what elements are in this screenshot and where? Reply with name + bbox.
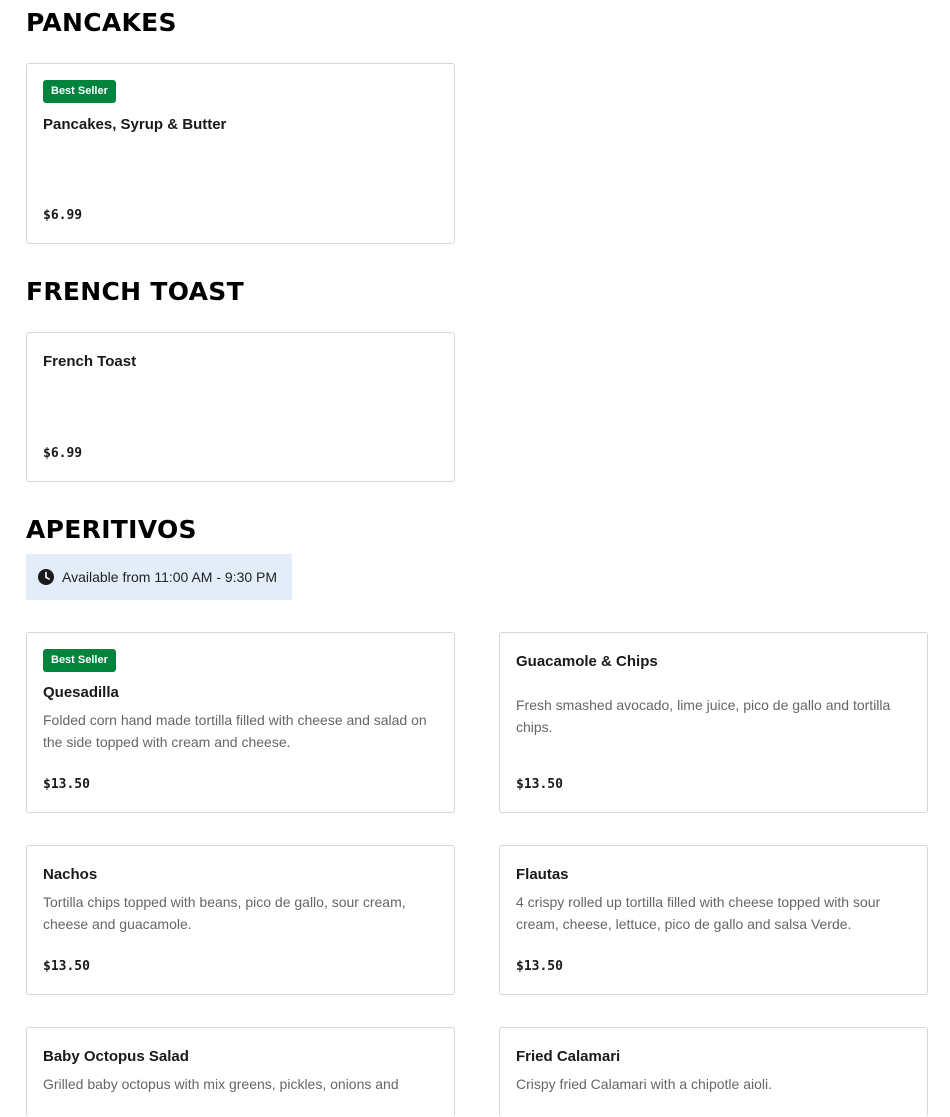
item-name: Flautas <box>516 866 569 883</box>
item-description: Tortilla chips topped with beans, pico d… <box>43 894 406 932</box>
item-price: $13.50 <box>516 959 563 974</box>
item-price: $6.99 <box>43 208 83 223</box>
section-title-pancakes: PANCAKES <box>26 8 177 37</box>
item-price: $13.50 <box>43 777 90 792</box>
menu-item-card-guacamole[interactable]: Guacamole & Chips Fresh smashed avocado,… <box>499 632 928 813</box>
clock-icon <box>38 569 54 585</box>
item-name: Pancakes, Syrup & Butter <box>43 116 227 133</box>
item-price: $6.99 <box>43 446 83 461</box>
item-description: Fresh smashed avocado, lime juice, pico … <box>516 697 891 735</box>
menu-item-card-nachos[interactable]: Nachos Tortilla chips topped with beans,… <box>26 845 455 995</box>
section-title-french-toast: FRENCH TOAST <box>26 277 244 306</box>
item-name: Baby Octopus Salad <box>43 1048 189 1065</box>
item-description: Crispy fried Calamari with a chipotle ai… <box>516 1076 772 1092</box>
availability-text: Available from 11:00 AM - 9:30 PM <box>62 569 278 585</box>
item-name: French Toast <box>43 353 137 370</box>
menu-item-card-flautas[interactable]: Flautas 4 crispy rolled up tortilla fill… <box>499 845 928 995</box>
item-name: Fried Calamari <box>516 1048 621 1065</box>
item-description: Grilled baby octopus with mix greens, pi… <box>43 1076 399 1092</box>
item-description: Folded corn hand made tortilla filled wi… <box>43 712 427 750</box>
menu-item-card-pancakes[interactable]: Best Seller Pancakes, Syrup & Butter $6.… <box>26 63 455 244</box>
best-seller-badge: Best Seller <box>43 649 116 672</box>
item-name: Quesadilla <box>43 684 119 701</box>
best-seller-badge: Best Seller <box>43 80 116 103</box>
menu-item-card-baby-octopus-salad[interactable]: Baby Octopus Salad Grilled baby octopus … <box>26 1027 455 1117</box>
section-title-aperitivos: APERITIVOS <box>26 515 197 544</box>
menu-item-card-fried-calamari[interactable]: Fried Calamari Crispy fried Calamari wit… <box>499 1027 928 1117</box>
menu-item-card-quesadilla[interactable]: Best Seller Quesadilla Folded corn hand … <box>26 632 455 813</box>
item-name: Nachos <box>43 866 98 883</box>
item-price: $13.50 <box>43 959 90 974</box>
item-name: Guacamole & Chips <box>516 653 658 670</box>
menu-item-card-french-toast[interactable]: French Toast $6.99 <box>26 332 455 482</box>
item-description: 4 crispy rolled up tortilla filled with … <box>516 894 881 932</box>
item-price: $13.50 <box>516 777 563 792</box>
availability-banner: Available from 11:00 AM - 9:30 PM <box>26 554 292 600</box>
